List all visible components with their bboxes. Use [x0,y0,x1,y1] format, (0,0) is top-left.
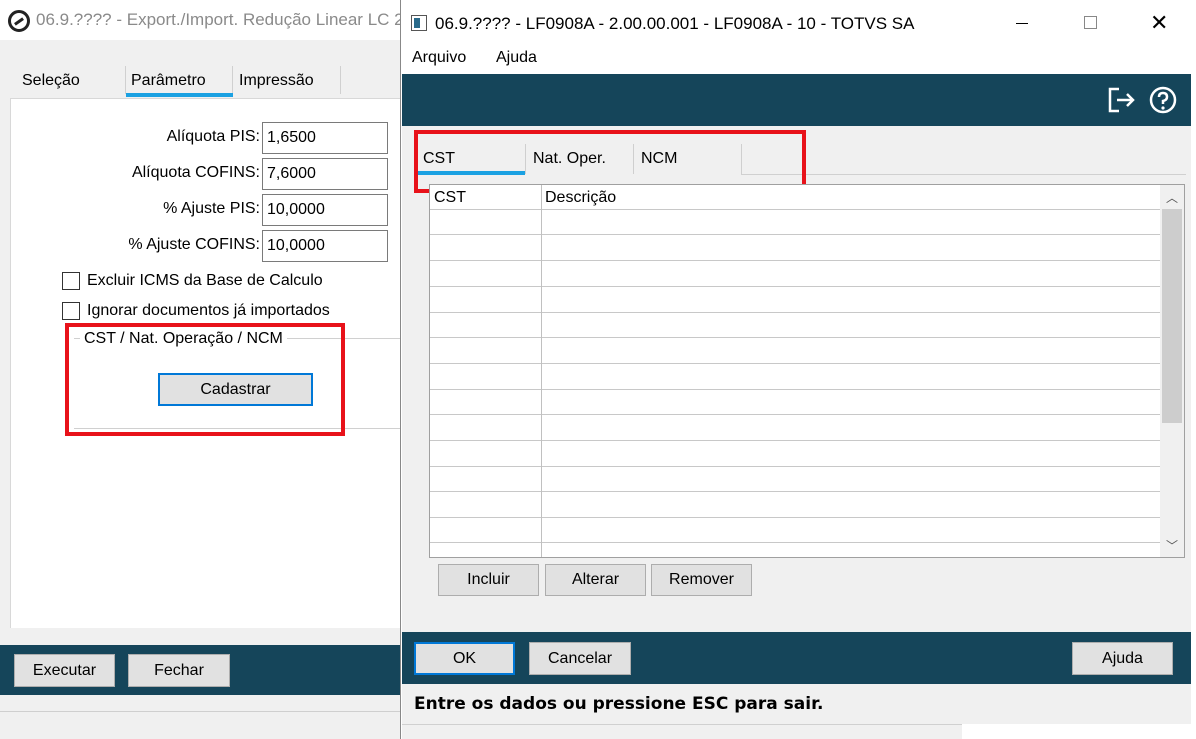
aliquota-pis-label: Alíquota PIS: [166,128,260,145]
excluir-icms-label: Excluir ICMS da Base de Calculo [87,272,323,289]
tab-parametro[interactable]: Parâmetro [131,72,206,90]
table-row [430,466,1160,467]
toolbar [402,74,1191,126]
ignorar-documentos-label: Ignorar documentos já importados [87,302,330,319]
table-row [430,517,1160,518]
back-status-bar [0,695,402,739]
grid-header: CST Descrição [430,185,1160,209]
aliquota-pis-input[interactable] [262,122,388,154]
ajuda-button[interactable]: Ajuda [1072,642,1173,675]
back-title-bar: 06.9.???? - Export./Import. Redução Line… [0,0,404,40]
menu-ajuda[interactable]: Ajuda [496,49,537,67]
table-row [430,363,1160,364]
table-row [430,440,1160,441]
front-window-title: 06.9.???? - LF0908A - 2.00.00.001 - LF09… [435,14,915,33]
lf0908a-window: 06.9.???? - LF0908A - 2.00.00.001 - LF09… [400,0,1196,739]
table-row [430,312,1160,313]
highlight-box-cadastrar [65,323,345,436]
executar-button[interactable]: Executar [14,654,115,687]
aliquota-cofins-label: Alíquota COFINS: [131,164,260,181]
ok-button[interactable]: OK [414,642,515,675]
ajuste-cofins-label: % Ajuste COFINS: [128,236,260,253]
status-message: Entre os dados ou pressione ESC para sai… [414,694,824,714]
table-row [430,337,1160,338]
table-row [430,542,1160,543]
ignorar-documentos-checkbox[interactable] [62,302,80,320]
help-icon[interactable] [1148,85,1178,115]
front-title-bar: 06.9.???? - LF0908A - 2.00.00.001 - LF09… [401,0,1196,46]
grid-row-lines [430,185,1160,557]
scroll-up-icon[interactable]: ︿ [1166,189,1178,206]
tab-baseline [741,174,1186,175]
alterar-button[interactable]: Alterar [545,564,646,596]
scroll-down-icon[interactable]: ﹀ [1166,537,1178,554]
vertical-scrollbar[interactable]: ︿ ﹀ [1160,185,1184,557]
remover-button[interactable]: Remover [651,564,752,596]
scroll-thumb[interactable] [1162,209,1182,423]
tab-divider [232,66,233,94]
fechar-button[interactable]: Fechar [128,654,230,687]
close-icon[interactable]: ✕ [1150,10,1168,36]
back-window-title: 06.9.???? - Export./Import. Redução Line… [36,10,404,29]
incluir-button[interactable]: Incluir [438,564,539,596]
tab-selecao[interactable]: Seleção [22,72,80,90]
aliquota-cofins-input[interactable] [262,158,388,190]
menu-arquivo[interactable]: Arquivo [412,49,466,67]
minimize-icon[interactable] [1016,23,1028,24]
app-icon [411,15,427,31]
tab-divider [125,66,126,94]
bottom-strip [402,724,962,739]
ajuste-pis-label: % Ajuste PIS: [163,200,260,217]
cancelar-button[interactable]: Cancelar [529,642,631,675]
export-import-window: 06.9.???? - Export./Import. Redução Line… [0,0,404,739]
active-tab-indicator [126,93,233,97]
back-status-divider [0,711,402,712]
column-divider [541,185,542,557]
ajuste-pis-input[interactable] [262,194,388,226]
menu-bar: Arquivo Ajuda [401,46,1196,74]
table-row [430,389,1160,390]
ajuste-cofins-input[interactable] [262,230,388,262]
tab-impressao[interactable]: Impressão [239,72,314,90]
table-row [430,414,1160,415]
totvs-logo-icon [8,10,30,32]
table-row [430,234,1160,235]
exit-icon[interactable] [1107,86,1137,114]
column-header-cst[interactable]: CST [434,189,466,207]
tab-divider [340,66,341,94]
table-row [430,209,1160,210]
table-row [430,286,1160,287]
excluir-icms-checkbox[interactable] [62,272,80,290]
column-header-descricao[interactable]: Descrição [545,189,616,207]
cst-grid[interactable]: CST Descrição ︿ ﹀ [429,184,1185,558]
table-row [430,260,1160,261]
maximize-icon[interactable] [1084,16,1097,29]
table-row [430,491,1160,492]
